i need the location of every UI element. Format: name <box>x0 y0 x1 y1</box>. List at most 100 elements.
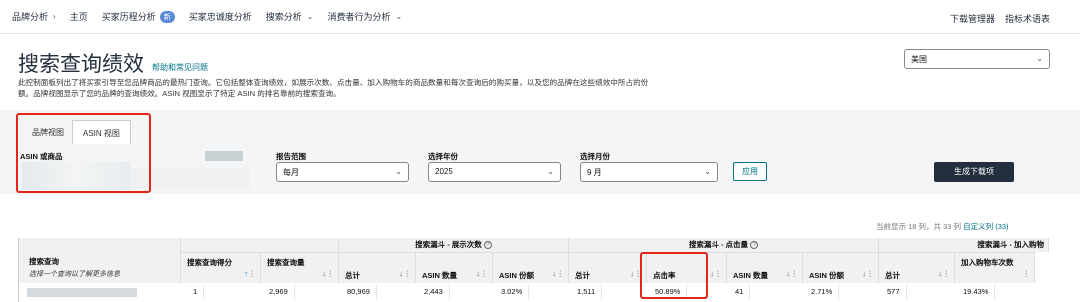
nav-label: 品牌分析 <box>12 12 49 22</box>
group-add-to-cart: 搜索漏斗 - 加入购物 <box>879 238 1049 252</box>
data-table: 搜索查询 选择一个查询以了解更多信息 搜索漏斗 - 展示次数 ? 搜索漏斗 - … <box>18 238 1049 302</box>
header-label: 总计 <box>345 271 360 280</box>
nav-loyalty[interactable]: 买家忠诚度分析 <box>189 10 252 23</box>
page-description: 此控制面板列出了将买家引导至您品牌商品的最热门查询。它包括整体查询绩效，如展示次… <box>18 78 649 98</box>
chevron-right-icon: › <box>53 12 56 21</box>
month-value: 9 月 <box>587 168 602 177</box>
period-select[interactable]: 每月 ⌄ <box>276 162 409 182</box>
download-manager-link[interactable]: 下载管理器 <box>950 12 995 25</box>
search-query-header[interactable]: 搜索查询 选择一个查询以了解更多信息 <box>19 238 181 283</box>
highlight-box <box>16 113 151 193</box>
menu-icon[interactable]: ⋮ <box>557 269 565 278</box>
group-clicks: 搜索漏斗 - 点击量 ? <box>569 238 879 252</box>
nav-label: 搜索分析 <box>265 12 302 22</box>
menu-icon[interactable]: ⋮ <box>943 269 951 278</box>
sort-down-icon[interactable]: ↓ <box>476 269 480 278</box>
col-query-score[interactable]: 搜索查询得分 ↑ ⋮ <box>181 252 261 283</box>
redacted-query[interactable] <box>27 288 137 297</box>
top-navigation: 品牌分析 › 主页 买家历程分析 新 买家忠诚度分析 搜索分析 ⌄ 消费者行为分… <box>0 0 1080 34</box>
col-click-asin-count[interactable]: ASIN 数量 ↓ ⋮ <box>727 252 803 283</box>
help-link[interactable]: 帮助和常见问题 <box>152 62 208 73</box>
table-cell: 1,511 <box>571 285 603 299</box>
chevron-down-icon: ⌄ <box>395 167 402 176</box>
sort-down-icon[interactable]: ↓ <box>322 269 326 278</box>
nav-label: 买家历程分析 <box>101 12 156 22</box>
chevron-down-icon: ⌄ <box>1036 54 1043 63</box>
header-label: ASIN 份额 <box>499 271 535 280</box>
table-cell: 1 <box>187 285 205 299</box>
header-label: 加入购物车次数 <box>961 258 1014 267</box>
menu-icon[interactable]: ⋮ <box>327 269 335 278</box>
chevron-down-icon: ⌄ <box>704 167 711 176</box>
chevron-down-icon: ⌄ <box>306 12 314 21</box>
header-label: 总计 <box>885 271 900 280</box>
tabs-bar <box>0 110 1080 144</box>
header-label: ASIN 份额 <box>809 271 845 280</box>
generate-download-button[interactable]: 生成下载项 <box>934 162 1014 182</box>
nav-home[interactable]: 主页 <box>70 10 88 23</box>
col-query-volume[interactable]: 搜索查询量 ↓ ⋮ <box>261 252 339 283</box>
month-select[interactable]: 9 月 ⌄ <box>580 162 718 182</box>
sort-down-icon[interactable]: ↓ <box>399 269 403 278</box>
table-cell: 2,443 <box>418 285 450 299</box>
table-cell: 2.71% <box>805 285 840 299</box>
table-cell: 3.02% <box>495 285 530 299</box>
year-select[interactable]: 2025 ⌄ <box>428 162 561 182</box>
group-label: 搜索漏斗 - 加入购物 <box>977 240 1044 249</box>
chevron-down-icon: ⌄ <box>395 12 403 21</box>
header-sublabel: 选择一个查询以了解更多信息 <box>29 271 120 278</box>
sort-down-icon[interactable]: ↓ <box>552 269 556 278</box>
customize-columns-link[interactable]: 自定义列 (33) <box>963 222 1008 231</box>
group-label: 搜索漏斗 - 展示次数 <box>415 240 482 249</box>
sort-up-icon[interactable]: ↑ <box>244 269 248 278</box>
sort-down-icon[interactable]: ↓ <box>630 269 634 278</box>
header-label: 搜索查询得分 <box>187 258 232 267</box>
table-cell: 41 <box>729 285 751 299</box>
column-count: 当前显示 18 列，共 33 列 自定义列 (33) <box>876 221 1009 232</box>
glossary-link[interactable]: 指标术语表 <box>1005 12 1050 25</box>
sort-down-icon[interactable]: ↓ <box>938 269 942 278</box>
period-label: 报告范围 <box>276 152 306 161</box>
col-impr-asin-count[interactable]: ASIN 数量 ↓ ⋮ <box>416 252 493 283</box>
table-cell: 577 <box>881 285 907 299</box>
sort-down-icon[interactable]: ↓ <box>786 269 790 278</box>
menu-icon[interactable]: ⋮ <box>404 269 412 278</box>
col-click-asin-share[interactable]: ASIN 份额 ↓ ⋮ <box>803 252 879 283</box>
col-impr-asin-share[interactable]: ASIN 份额 ↓ ⋮ <box>493 252 569 283</box>
table-cell: 2,969 <box>263 285 295 299</box>
col-add-to-cart[interactable]: 加入购物车次数 ⋮ <box>955 252 1035 283</box>
sort-down-icon[interactable]: ↓ <box>710 269 714 278</box>
nav-consumer-behavior[interactable]: 消费者行为分析 ⌄ <box>327 10 402 23</box>
info-icon[interactable]: ? <box>483 241 492 250</box>
apply-button[interactable]: 应用 <box>733 162 767 181</box>
menu-icon[interactable]: ⋮ <box>791 269 799 278</box>
col-click-total[interactable]: 总计 ↓ ⋮ <box>569 252 647 283</box>
nav-label: 主页 <box>69 12 88 22</box>
menu-icon[interactable]: ⋮ <box>867 269 875 278</box>
menu-icon[interactable]: ⋮ <box>1023 269 1031 278</box>
group-spacer <box>181 238 339 252</box>
period-value: 每月 <box>283 168 299 177</box>
menu-icon[interactable]: ⋮ <box>249 269 257 278</box>
menu-icon[interactable]: ⋮ <box>481 269 489 278</box>
table-cell: 19.43% <box>957 285 996 299</box>
group-label: 搜索漏斗 - 点击量 <box>688 240 749 249</box>
month-label: 选择月份 <box>580 152 610 161</box>
nav-brand-analytics[interactable]: 品牌分析 › <box>12 10 56 23</box>
nav-search-analytics[interactable]: 搜索分析 ⌄ <box>266 10 314 23</box>
region-value: 美国 <box>911 55 927 64</box>
header-label: ASIN 数量 <box>733 271 769 280</box>
chevron-down-icon: ⌄ <box>547 167 554 176</box>
nav-label: 买家忠诚度分析 <box>188 12 252 22</box>
info-icon[interactable]: ? <box>750 241 759 250</box>
menu-icon[interactable]: ⋮ <box>715 269 723 278</box>
region-select[interactable]: 美国 ⌄ <box>904 49 1050 69</box>
redacted-block <box>205 151 243 161</box>
header-label: 总计 <box>575 271 590 280</box>
col-cart-total[interactable]: 总计 ↓ ⋮ <box>879 252 955 283</box>
nav-label: 消费者行为分析 <box>327 12 391 22</box>
nav-buyer-journey[interactable]: 买家历程分析 新 <box>102 10 175 23</box>
col-impr-total[interactable]: 总计 ↓ ⋮ <box>339 252 416 283</box>
sort-down-icon[interactable]: ↓ <box>862 269 866 278</box>
year-value: 2025 <box>435 167 453 176</box>
